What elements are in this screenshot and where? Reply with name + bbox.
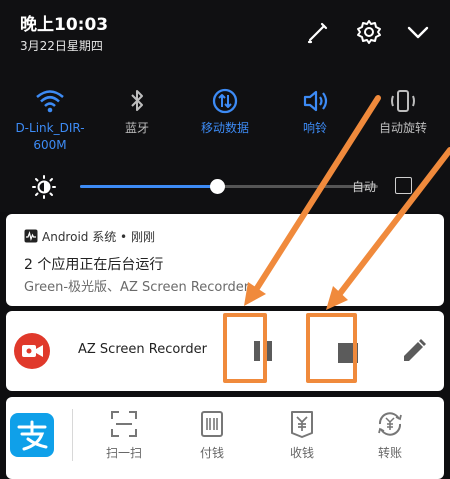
- notification-header: Android 系统 • 刚刚: [24, 228, 155, 246]
- speaker-icon: [303, 90, 328, 112]
- pause-highlight-box: [223, 313, 267, 383]
- qs-label-wifi: D-Link_DIR- 600M: [15, 121, 85, 152]
- yuan-receive-icon: [291, 411, 313, 438]
- bluetooth-icon: [131, 90, 143, 111]
- edit-icon[interactable]: [304, 18, 332, 46]
- alipay-shortcuts: 扫一扫 付钱 收钱 转账: [6, 397, 444, 479]
- az-recorder-logo: [14, 333, 50, 369]
- barcode-icon: [201, 411, 223, 437]
- alipay-scan[interactable]: 扫一扫: [94, 409, 154, 461]
- auto-brightness-checkbox[interactable]: [395, 177, 412, 194]
- mobile-data-icon: [212, 88, 238, 114]
- status-date: 3月22日星期四: [20, 39, 103, 53]
- rotate-icon: [391, 90, 415, 112]
- qs-tile-bluetooth[interactable]: 蓝牙: [97, 88, 177, 137]
- alipay-receive-label: 收钱: [289, 446, 314, 460]
- wifi-icon: [36, 90, 64, 113]
- brightness-icon: [32, 175, 56, 199]
- android-system-icon: [24, 229, 38, 246]
- qs-label-auto-rotate: 自动旋转: [378, 121, 427, 135]
- az-recorder-app-name: AZ Screen Recorder: [78, 342, 208, 357]
- brightness-thumb[interactable]: [210, 179, 225, 194]
- stop-highlight-box: [306, 313, 357, 383]
- gear-icon[interactable]: [355, 18, 383, 46]
- scan-icon: [111, 411, 137, 437]
- alipay-pay-label: 付钱: [199, 446, 224, 460]
- brightness-slider[interactable]: [80, 179, 378, 194]
- divider: [72, 409, 73, 461]
- qs-tile-auto-rotate[interactable]: 自动旋转: [363, 88, 443, 137]
- qs-tile-mobile-data[interactable]: 移动数据: [185, 88, 265, 137]
- chevron-down-icon[interactable]: [404, 18, 432, 46]
- notification-shade: 晚上10:03 3月22日星期四 D-Link_DIR- 600M 蓝牙 移动数据: [0, 0, 450, 212]
- notification-time: 刚刚: [130, 230, 155, 244]
- alipay-logo[interactable]: [10, 413, 54, 457]
- qs-tile-sound[interactable]: 响铃: [275, 88, 355, 137]
- brightness-row: 自动: [0, 172, 450, 200]
- qs-label-bluetooth: 蓝牙: [124, 121, 149, 135]
- auto-brightness-label: 自动: [352, 180, 377, 194]
- brightness-fill: [80, 185, 217, 188]
- qs-label-sound: 响铃: [302, 121, 327, 135]
- alipay-scan-label: 扫一扫: [105, 446, 142, 460]
- yuan-transfer-icon: [378, 412, 402, 436]
- alipay-transfer-label: 转账: [377, 446, 402, 460]
- pencil-icon: [404, 339, 426, 361]
- alipay-transfer[interactable]: 转账: [360, 409, 420, 461]
- android-system-notification[interactable]: Android 系统 • 刚刚 2 个应用正在后台运行 Green-极光版、AZ…: [6, 214, 444, 306]
- edit-button[interactable]: [390, 323, 438, 379]
- status-time: 晚上10:03: [20, 15, 109, 35]
- notification-separator: •: [116, 230, 131, 244]
- alipay-pay[interactable]: 付钱: [182, 409, 242, 461]
- qs-label-mobile-data: 移动数据: [200, 121, 249, 135]
- notification-body: Green-极光版、AZ Screen Recorder: [24, 280, 250, 295]
- alipay-receive[interactable]: 收钱: [272, 409, 332, 461]
- notification-app-name: Android 系统: [42, 230, 117, 244]
- notification-title: 2 个应用正在后台运行: [24, 257, 164, 273]
- qs-tile-wifi[interactable]: D-Link_DIR- 600M: [10, 88, 90, 154]
